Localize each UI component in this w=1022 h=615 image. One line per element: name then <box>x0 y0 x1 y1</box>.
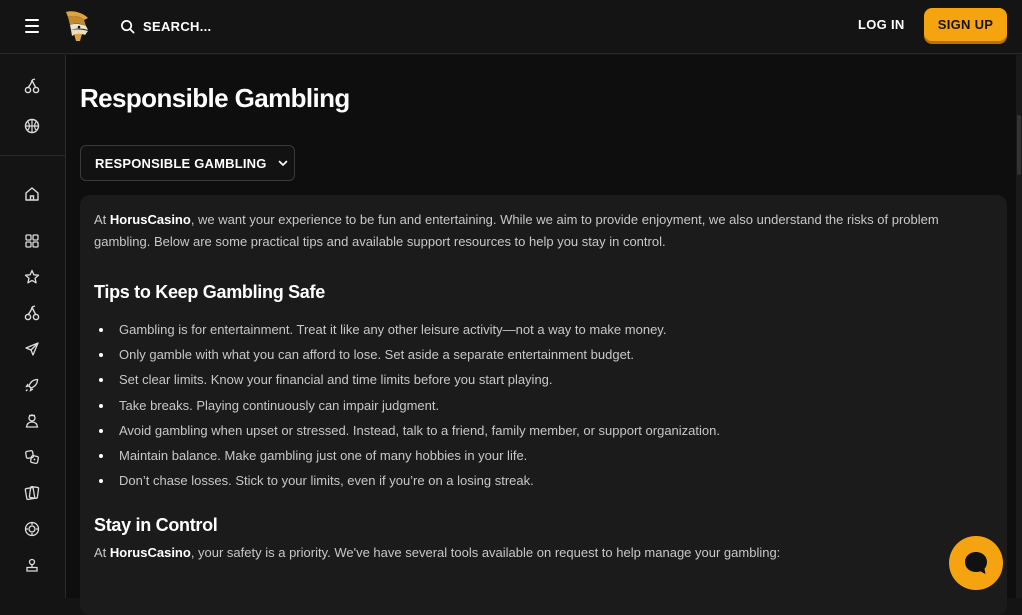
list-item: Set clear limits. Know your financial an… <box>94 367 993 392</box>
dealer-icon[interactable] <box>23 412 41 430</box>
brand-name: HorusCasino <box>109 212 191 227</box>
intro-paragraph: At HorusCasino, we want your experience … <box>94 212 939 249</box>
list-item: Only gamble with what you can afford to … <box>94 342 993 367</box>
top-bar: SEARCH... LOG IN SIGN UP <box>0 0 1022 54</box>
page-title: Responsible Gambling <box>80 83 350 113</box>
rocket-icon[interactable] <box>23 376 41 394</box>
sidebar-divider <box>0 155 65 156</box>
brand-name: HorusCasino <box>109 545 191 561</box>
tips-heading: Tips to Keep Gambling Safe <box>94 282 325 302</box>
list-item: Take breaks. Playing continuously can im… <box>94 393 993 418</box>
star-icon[interactable] <box>23 268 41 286</box>
list-item: Don’t chase losses. Stick to your limits… <box>94 468 993 493</box>
search-label: SEARCH... <box>143 18 212 34</box>
cards-icon[interactable] <box>23 484 41 502</box>
home-icon[interactable] <box>23 185 41 203</box>
dice-icon[interactable] <box>23 448 41 466</box>
cherries-icon[interactable] <box>23 77 41 95</box>
tips-list: Gambling is for entertainment. Treat it … <box>94 317 993 493</box>
menu-icon[interactable] <box>22 16 42 36</box>
basketball-icon[interactable] <box>23 117 41 135</box>
grid-icon[interactable] <box>23 232 41 250</box>
cherries-icon[interactable] <box>23 304 41 322</box>
chat-bubble-icon <box>965 552 987 574</box>
chevron-down-icon <box>278 160 287 166</box>
list-item: Maintain balance. Make gambling just one… <box>94 443 993 468</box>
dropdown-label: RESPONSIBLE GAMBLING <box>95 155 267 171</box>
user-upload-icon[interactable] <box>23 556 41 574</box>
horus-logo[interactable] <box>62 8 94 44</box>
section-dropdown[interactable]: RESPONSIBLE GAMBLING <box>80 145 295 181</box>
login-button[interactable]: LOG IN <box>848 14 915 36</box>
content-card: At HorusCasino, we want your experience … <box>80 195 1007 615</box>
list-item: Gambling is for entertainment. Treat it … <box>94 317 993 342</box>
sidebar <box>0 55 66 598</box>
main-content: Responsible Gambling RESPONSIBLE GAMBLIN… <box>66 55 1022 615</box>
poker-chip-icon[interactable] <box>23 520 41 538</box>
signup-button[interactable]: SIGN UP <box>924 8 1007 41</box>
scrollbar[interactable] <box>1016 55 1022 598</box>
control-heading: Stay in Control <box>94 515 218 536</box>
control-paragraph: At HorusCasino, your safety is a priorit… <box>94 545 781 561</box>
chat-button[interactable] <box>949 536 1003 590</box>
plane-icon[interactable] <box>23 340 41 358</box>
list-item: Avoid gambling when upset or stressed. I… <box>94 418 993 443</box>
search-button[interactable]: SEARCH... <box>120 16 211 36</box>
search-icon <box>121 19 135 33</box>
